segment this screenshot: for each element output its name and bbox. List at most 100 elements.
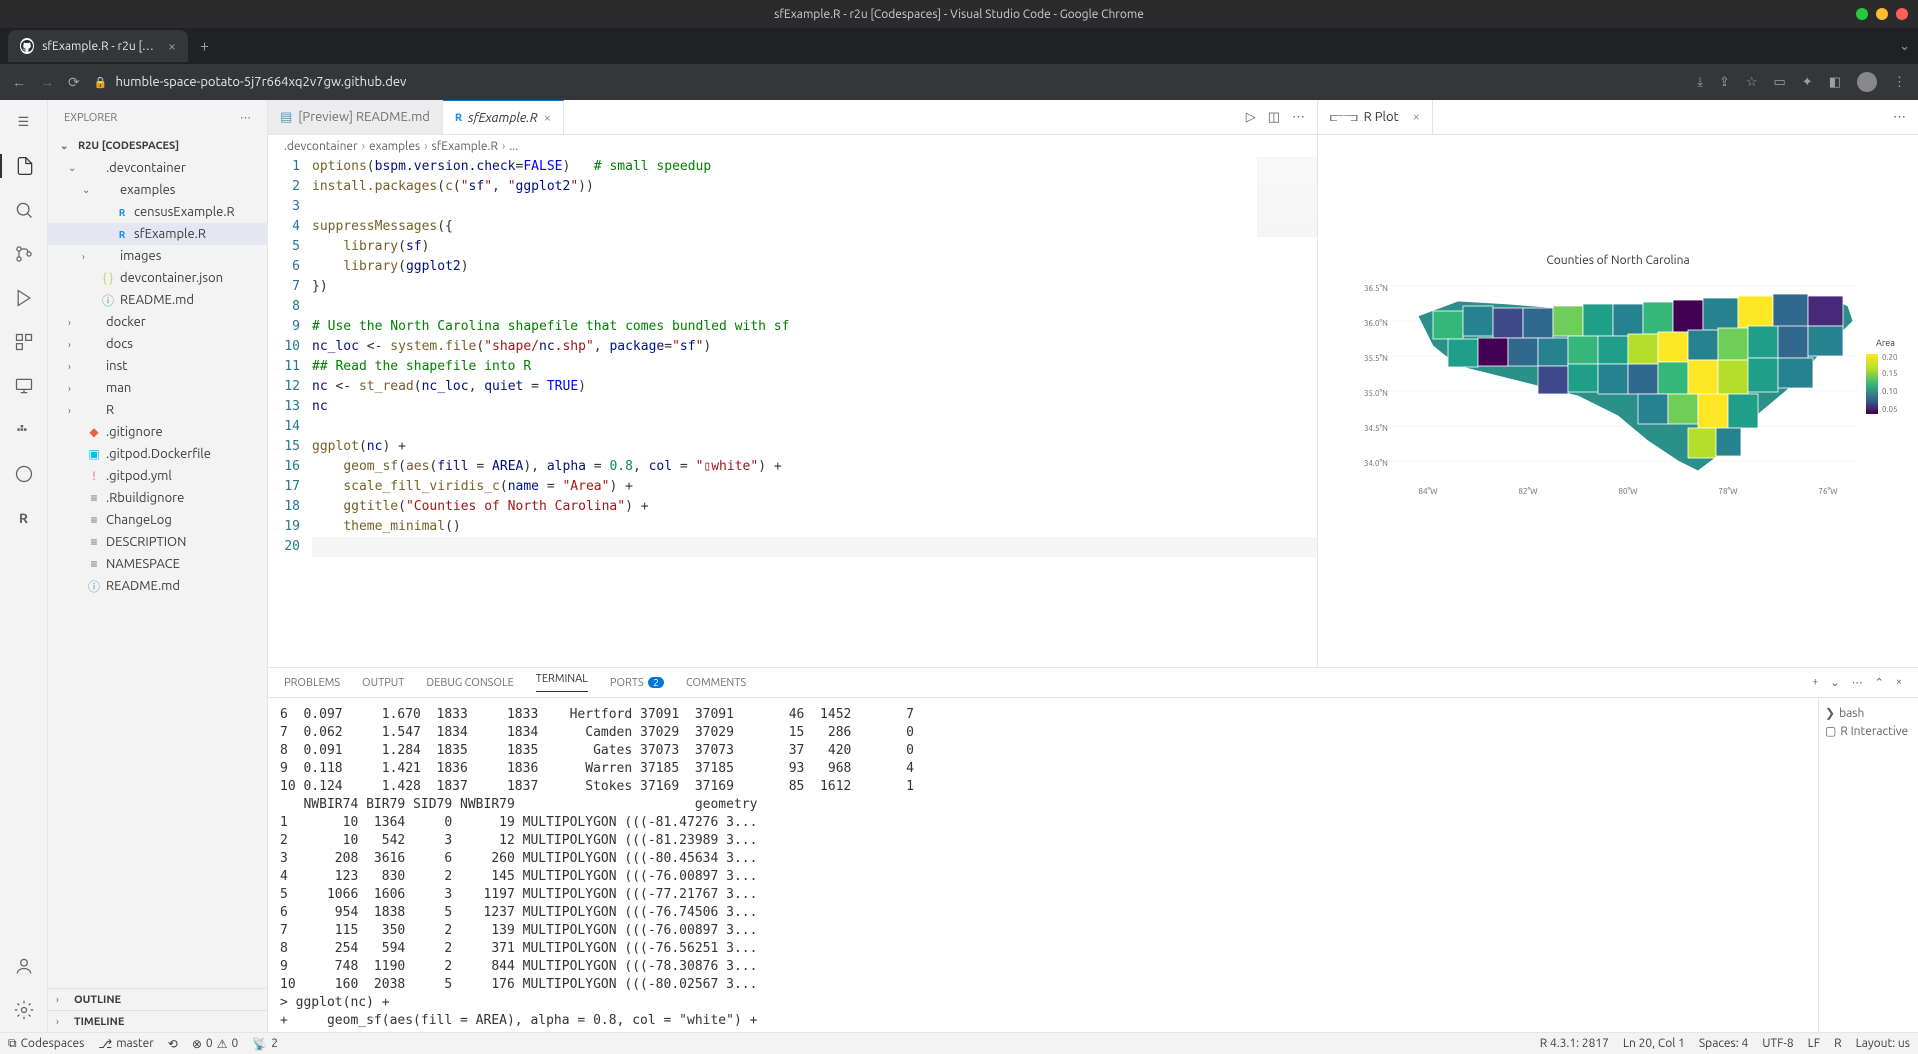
chrome-bookmark-icon[interactable]: ☆ xyxy=(1746,75,1758,90)
status-ports[interactable]: 📡2 xyxy=(252,1037,278,1051)
file-item[interactable]: RsfExample.R xyxy=(48,223,267,245)
explorer-icon[interactable] xyxy=(0,154,48,178)
panel-maximize-icon[interactable]: ⌃ xyxy=(1875,676,1884,689)
rplot-more-icon[interactable]: ⋯ xyxy=(1893,110,1906,124)
status-problems[interactable]: ⊗0 ⚠0 xyxy=(192,1037,238,1051)
file-item[interactable]: ≡NAMESPACE xyxy=(48,553,267,575)
terminal-more-icon[interactable]: ⋯ xyxy=(1852,676,1863,689)
chrome-forward-button[interactable]: → xyxy=(40,74,54,90)
explorer-more-icon[interactable]: ⋯ xyxy=(240,111,251,124)
file-item[interactable]: !.gitpod.yml xyxy=(48,465,267,487)
terminal-r-interactive[interactable]: ▢R Interactive xyxy=(1825,722,1912,740)
panel-tab-problems[interactable]: PROBLEMS xyxy=(284,677,340,689)
svg-text:Area: Area xyxy=(1876,338,1895,348)
chrome-tabs-menu-icon[interactable]: ⌄ xyxy=(1899,39,1910,54)
tab-close-icon[interactable]: × xyxy=(544,111,551,125)
docker-icon[interactable] xyxy=(12,418,36,442)
panel-close-icon[interactable]: × xyxy=(1896,676,1902,689)
editor-tabs: ▤ [Preview] README.md R sfExample.R × ▷ … xyxy=(268,100,1317,135)
folder-item[interactable]: ›R xyxy=(48,399,267,421)
svg-text:80°W: 80°W xyxy=(1619,487,1639,496)
chrome-tab[interactable]: sfExample.R - r2u [Codes × xyxy=(8,30,188,62)
file-item[interactable]: ≡DESCRIPTION xyxy=(48,531,267,553)
chrome-share-icon[interactable]: ⇪ xyxy=(1719,75,1730,90)
status-spaces[interactable]: Spaces: 4 xyxy=(1699,1037,1748,1050)
chrome-panel-icon[interactable]: ◧ xyxy=(1829,75,1841,90)
folder-item[interactable]: ⌄examples xyxy=(48,179,267,201)
tab-rplot[interactable]: ⫍⫎ R Plot × xyxy=(1318,100,1433,134)
breadcrumb[interactable]: .devcontainer› examples› sfExample.R› ..… xyxy=(268,135,1317,157)
chart-icon: ⫍⫎ xyxy=(1330,110,1358,125)
panel-tab-ports[interactable]: PORTS 2 xyxy=(610,677,664,689)
folder-item[interactable]: ›images xyxy=(48,245,267,267)
split-editor-icon[interactable]: ◫ xyxy=(1268,110,1280,125)
status-layout[interactable]: Layout: us xyxy=(1856,1037,1910,1050)
tab-more-icon[interactable]: ⋯ xyxy=(1292,110,1305,125)
file-item[interactable]: { }devcontainer.json xyxy=(48,267,267,289)
chrome-back-button[interactable]: ← xyxy=(12,74,26,90)
window-close-button[interactable] xyxy=(1896,8,1908,20)
timeline-section[interactable]: ›TIMELINE xyxy=(48,1010,267,1032)
file-item[interactable]: ◆.gitignore xyxy=(48,421,267,443)
chrome-install-icon[interactable]: ⤓ xyxy=(1697,75,1703,90)
status-codespaces[interactable]: ⧉Codespaces xyxy=(8,1037,84,1051)
r-icon[interactable]: R xyxy=(12,506,36,530)
status-sync[interactable]: ⟲ xyxy=(168,1037,178,1051)
minimap[interactable] xyxy=(1257,157,1317,237)
svg-text:36.5°N: 36.5°N xyxy=(1364,284,1388,293)
folder-item[interactable]: ›docs xyxy=(48,333,267,355)
folder-item[interactable]: ›man xyxy=(48,377,267,399)
file-item[interactable]: ≡ChangeLog xyxy=(48,509,267,531)
chrome-menu-icon[interactable]: ⋮ xyxy=(1893,75,1906,90)
file-item[interactable]: ▣.gitpod.Dockerfile xyxy=(48,443,267,465)
source-control-icon[interactable] xyxy=(12,242,36,266)
terminal-output[interactable]: 6 0.097 1.670 1833 1833 Hertford 37091 3… xyxy=(268,698,1818,1032)
window-maximize-button[interactable] xyxy=(1876,8,1888,20)
workspace-root[interactable]: ⌄R2U [CODESPACES] xyxy=(48,135,267,157)
chrome-downloads-icon[interactable]: ▭ xyxy=(1774,75,1786,90)
terminal-dropdown-icon[interactable]: ⌄ xyxy=(1830,676,1839,689)
run-debug-icon[interactable] xyxy=(12,286,36,310)
panel-tab-terminal[interactable]: TERMINAL xyxy=(536,673,588,692)
terminal-new-icon[interactable]: + xyxy=(1812,676,1818,689)
code-editor[interactable]: 1234567891011121314151617181920 options(… xyxy=(268,157,1317,667)
tab-readme[interactable]: ▤ [Preview] README.md xyxy=(268,100,443,134)
panel-tab-debug[interactable]: DEBUG CONSOLE xyxy=(426,677,513,689)
status-branch[interactable]: ⎇master xyxy=(98,1037,153,1051)
chrome-new-tab-button[interactable]: + xyxy=(200,37,209,55)
chrome-address-bar[interactable]: 🔒 humble-space-potato-5j7r664xq2v7gw.git… xyxy=(94,75,407,89)
extensions-icon[interactable] xyxy=(12,330,36,354)
folder-item[interactable]: ⌄.devcontainer xyxy=(48,157,267,179)
terminal-bash[interactable]: ❯bash xyxy=(1825,704,1912,722)
r-terminal-icon: ▢ xyxy=(1825,724,1836,738)
status-language[interactable]: R xyxy=(1834,1037,1842,1050)
rplot-tab-bar: ⫍⫎ R Plot × ⋯ xyxy=(1318,100,1918,135)
status-r-version[interactable]: R 4.3.1: 2817 xyxy=(1540,1037,1609,1050)
accounts-icon[interactable] xyxy=(12,954,36,978)
settings-gear-icon[interactable] xyxy=(12,998,36,1022)
chrome-extensions-icon[interactable]: ✦ xyxy=(1802,75,1813,90)
chrome-reload-button[interactable]: ⟳ xyxy=(68,74,80,91)
search-icon[interactable] xyxy=(12,198,36,222)
remote-explorer-icon[interactable] xyxy=(12,374,36,398)
folder-item[interactable]: ›inst xyxy=(48,355,267,377)
status-cursor[interactable]: Ln 20, Col 1 xyxy=(1623,1037,1685,1050)
status-eol[interactable]: LF xyxy=(1808,1037,1820,1050)
menu-icon[interactable]: ☰ xyxy=(12,110,36,134)
github-icon[interactable] xyxy=(12,462,36,486)
rplot-close-icon[interactable]: × xyxy=(1413,110,1420,124)
chrome-profile-avatar[interactable] xyxy=(1857,72,1877,92)
window-minimize-button[interactable] xyxy=(1856,8,1868,20)
tab-sfexample[interactable]: R sfExample.R × xyxy=(443,100,564,134)
run-icon[interactable]: ▷ xyxy=(1246,110,1256,125)
chrome-tab-close-icon[interactable]: × xyxy=(168,38,176,54)
file-item[interactable]: RcensusExample.R xyxy=(48,201,267,223)
status-encoding[interactable]: UTF-8 xyxy=(1762,1037,1793,1050)
folder-item[interactable]: ›docker xyxy=(48,311,267,333)
outline-section[interactable]: ›OUTLINE xyxy=(48,988,267,1010)
file-item[interactable]: ⓘREADME.md xyxy=(48,289,267,311)
file-item[interactable]: ⓘREADME.md xyxy=(48,575,267,597)
panel-tab-output[interactable]: OUTPUT xyxy=(362,677,404,689)
file-item[interactable]: ≡.Rbuildignore xyxy=(48,487,267,509)
panel-tab-comments[interactable]: COMMENTS xyxy=(686,677,746,689)
